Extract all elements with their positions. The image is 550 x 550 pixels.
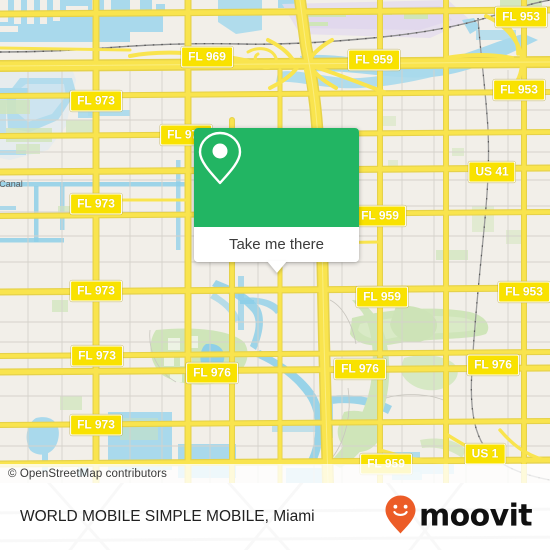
road-shield: US 1 (464, 443, 506, 465)
road-shield: FL 959 (356, 286, 408, 308)
location-callout-card[interactable]: Take me there (194, 128, 359, 273)
road-shield: FL 973 (71, 345, 123, 367)
road-shield: FL 976 (467, 354, 519, 376)
callout-header (194, 128, 359, 227)
place-title: WORLD MOBILE SIMPLE MOBILE, Miami (20, 507, 315, 525)
road-shield: FL 973 (70, 414, 122, 436)
map-viewport[interactable]: FL 953 FL 969 FL 959 FL 953 FL 973 FL 973 US 4… (0, 0, 550, 483)
road-shield: FL 973 (70, 193, 122, 215)
place-label: Canal (0, 179, 23, 189)
road-shield: US 41 (468, 161, 516, 183)
road-shield: FL 959 (354, 205, 406, 227)
road-shield: FL 953 (495, 6, 547, 28)
road-shield: FL 959 (348, 49, 400, 71)
callout-pointer (266, 261, 287, 273)
road-shield: FL 953 (493, 79, 545, 101)
map-attribution-bar: © OpenStreetMap contributors (0, 464, 550, 483)
road-shield: FL 973 (70, 280, 122, 302)
take-me-there-label: Take me there (228, 236, 325, 253)
footer-bar: WORLD MOBILE SIMPLE MOBILE, Miami moovit (0, 483, 550, 550)
road-shield: FL 969 (181, 46, 233, 68)
road-shield: FL 953 (498, 281, 550, 303)
road-shield: FL 973 (70, 90, 122, 112)
moovit-location-card: FL 953 FL 969 FL 959 FL 953 FL 973 FL 973 US 4… (0, 0, 550, 550)
osm-attribution-text[interactable]: © OpenStreetMap contributors (8, 468, 167, 480)
moovit-pin-smiley-icon (384, 494, 417, 539)
road-shield: FL 976 (186, 362, 238, 384)
road-shield: FL 976 (334, 358, 386, 380)
moovit-wordmark: moovit (418, 498, 533, 534)
callout-action[interactable]: Take me there (194, 227, 359, 262)
moovit-logo[interactable]: moovit (384, 494, 533, 539)
